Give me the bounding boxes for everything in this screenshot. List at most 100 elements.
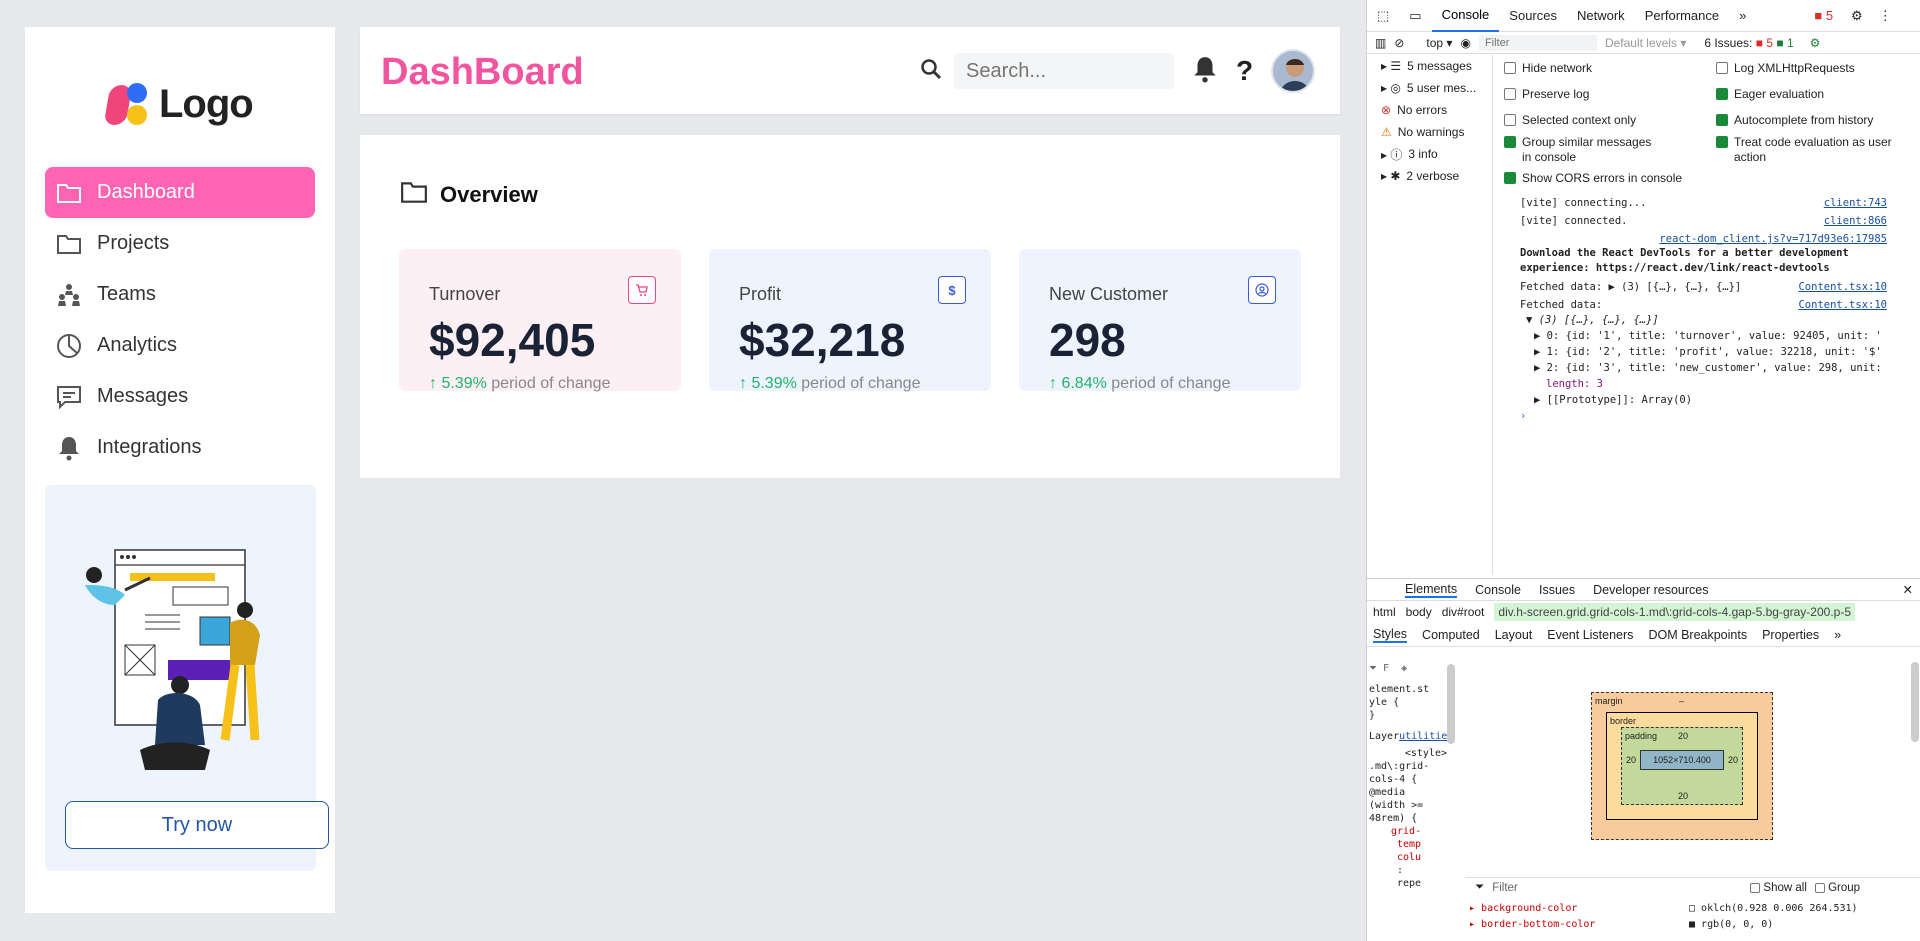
search-input[interactable]	[954, 53, 1174, 89]
sidebar-item-analytics[interactable]: Analytics	[45, 320, 315, 371]
tab-developer-resources[interactable]: Developer resources	[1593, 583, 1708, 597]
sidebar-user-messages[interactable]: ▸ ◎ 5 user mes...	[1367, 77, 1492, 99]
style-line: cols-4 {	[1369, 774, 1418, 785]
option-group-similar[interactable]: Group similar messages in console	[1504, 135, 1664, 165]
style-layer: Layerutilities	[1369, 731, 1454, 742]
log-array[interactable]: ▼ (3) [{…}, {…}, {…}]	[1494, 313, 1920, 329]
more-tabs-icon[interactable]: »	[1834, 628, 1841, 642]
log-source-link[interactable]: client:743	[1824, 196, 1887, 211]
tab-network[interactable]: Network	[1567, 0, 1635, 32]
page-title: DashBoard	[381, 51, 584, 93]
clear-console-icon[interactable]: ⊘	[1394, 36, 1404, 50]
logo[interactable]: Logo	[103, 82, 254, 127]
close-drawer-icon[interactable]: ✕	[1903, 582, 1913, 597]
tab-styles[interactable]: Styles	[1373, 627, 1408, 643]
stat-card-turnover[interactable]: Turnover $92,405 ↑ 5.39% period of chang…	[399, 249, 681, 393]
help-icon[interactable]: ?	[1236, 55, 1253, 87]
computed-prop-row[interactable]: ▸ background-color □ oklch(0.928 0.006 26…	[1469, 901, 1919, 917]
box-pane-scrollbar[interactable]	[1911, 662, 1919, 742]
tab-console-drawer[interactable]: Console	[1475, 583, 1521, 597]
tab-computed[interactable]: Computed	[1422, 628, 1480, 642]
devtools-tabs: ⬚ ▭ Console Sources Network Performance …	[1367, 0, 1920, 32]
log-entry: [vite] connected. client:866	[1520, 214, 1887, 229]
option-cors-errors[interactable]: Show CORS errors in console	[1504, 171, 1682, 186]
bell-icon	[55, 434, 83, 462]
box-model-margin: margin – border padding 20 20 20 20 1052…	[1591, 692, 1773, 840]
sidebar-item-integrations[interactable]: Integrations	[45, 422, 315, 473]
stat-label: Profit	[739, 284, 782, 304]
sidebar-item-dashboard[interactable]: Dashboard	[45, 167, 315, 218]
console-settings-icon[interactable]: ⚙	[1810, 36, 1821, 50]
crumb-selected[interactable]: div.h-screen.grid.grid-cols-1.md\:grid-c…	[1494, 603, 1855, 621]
group-checkbox[interactable]: Group	[1814, 882, 1860, 894]
stat-card-new-customer[interactable]: New Customer 298 ↑ 6.84% period of chang…	[1019, 249, 1301, 392]
log-source-link[interactable]: client:866	[1824, 214, 1887, 229]
issues-count[interactable]: 6 Issues: ■ 5 ■ 1	[1704, 36, 1793, 50]
sidebar-item-teams[interactable]: Teams	[45, 269, 315, 320]
overview-heading: Overview	[400, 180, 538, 210]
log-source-link[interactable]: react-dom_client.js?v=717d93e6:17985	[1659, 232, 1887, 247]
sidebar-info[interactable]: ▸ ⓘ 3 info	[1367, 143, 1492, 165]
avatar[interactable]	[1271, 49, 1316, 93]
sidebar-toggle-icon[interactable]: ▥	[1375, 36, 1386, 50]
tab-layout[interactable]: Layout	[1495, 628, 1533, 642]
settings-gear-icon[interactable]: ⚙	[1851, 8, 1863, 24]
style-line: :	[1397, 865, 1404, 876]
crumb-html[interactable]: html	[1373, 605, 1396, 619]
context-select[interactable]: top ▾	[1426, 36, 1452, 50]
option-treat-user-action[interactable]: Treat code evaluation as user action	[1716, 135, 1896, 165]
sidebar-warnings[interactable]: ⚠ No warnings	[1367, 121, 1492, 143]
log-levels-select[interactable]: Default levels ▾	[1605, 36, 1686, 50]
crumb-body[interactable]: body	[1406, 605, 1432, 619]
sidebar-item-messages[interactable]: Messages	[45, 371, 315, 422]
stat-card-profit[interactable]: Profit $32,218 ↑ 5.39% period of change …	[709, 249, 991, 392]
log-array-item[interactable]: ▶ 0: {id: '1', title: 'turnover', value:…	[1494, 329, 1920, 345]
tab-event-listeners[interactable]: Event Listeners	[1547, 628, 1633, 642]
tab-properties[interactable]: Properties	[1762, 628, 1819, 642]
stat-change: ↑ 5.39% period of change	[429, 375, 610, 393]
inspect-element-icon[interactable]: ⬚	[1367, 0, 1399, 32]
bell-icon[interactable]	[1192, 55, 1218, 88]
tab-performance[interactable]: Performance	[1635, 0, 1729, 32]
tab-issues[interactable]: Issues	[1539, 583, 1575, 597]
sidebar-item-projects[interactable]: Projects	[45, 218, 315, 269]
sidebar-verbose[interactable]: ▸ ✱ 2 verbose	[1367, 165, 1492, 187]
more-tabs-icon[interactable]: »	[1729, 0, 1756, 32]
tab-console[interactable]: Console	[1431, 0, 1500, 32]
log-source-link[interactable]: Content.tsx:10	[1798, 298, 1887, 313]
crumb-root[interactable]: div#root	[1442, 605, 1485, 619]
option-preserve-log[interactable]: Preserve log	[1504, 87, 1589, 102]
tab-dom-breakpoints[interactable]: DOM Breakpoints	[1648, 628, 1747, 642]
log-source-link[interactable]: Content.tsx:10	[1798, 280, 1887, 295]
style-line: <style>	[1404, 748, 1447, 759]
tab-elements[interactable]: Elements	[1405, 582, 1458, 598]
live-expression-eye-icon[interactable]: ◉	[1460, 36, 1470, 50]
computed-filter-input[interactable]: Filter	[1492, 882, 1742, 894]
stat-change-pct: ↑ 5.39%	[739, 375, 797, 392]
log-array-prototype[interactable]: ▶ [[Prototype]]: Array(0)	[1494, 393, 1920, 409]
tab-sources[interactable]: Sources	[1499, 0, 1567, 32]
sidebar-messages[interactable]: ▸ ☰ 5 messages	[1367, 55, 1492, 77]
styles-filter[interactable]: ⏷ F ◈	[1369, 662, 1447, 675]
console-prompt[interactable]: ›	[1494, 409, 1920, 427]
try-now-button[interactable]: Try now	[65, 801, 329, 849]
more-options-icon[interactable]: ⋮	[1879, 8, 1892, 24]
styles-scrollbar[interactable]	[1447, 664, 1455, 744]
sidebar-errors[interactable]: ⊗ No errors	[1367, 99, 1492, 121]
search-icon[interactable]	[920, 58, 942, 85]
show-all-checkbox[interactable]: Show all	[1750, 882, 1807, 894]
option-autocomplete[interactable]: Autocomplete from history	[1716, 113, 1873, 128]
device-toolbar-icon[interactable]: ▭	[1399, 0, 1431, 32]
option-eager-eval[interactable]: Eager evaluation	[1716, 87, 1824, 102]
log-array-item[interactable]: ▶ 2: {id: '3', title: 'new_customer', va…	[1494, 361, 1920, 377]
log-array-item[interactable]: ▶ 1: {id: '2', title: 'profit', value: 3…	[1494, 345, 1920, 361]
sidebar-item-label: Teams	[97, 283, 156, 305]
error-count-badge[interactable]: ■ 5	[1814, 8, 1833, 23]
computed-prop-row[interactable]: ▸ border-bottom-color ■ rgb(0, 0, 0)	[1469, 917, 1919, 933]
console-filter-input[interactable]	[1478, 34, 1597, 51]
option-hide-network[interactable]: Hide network	[1504, 61, 1592, 76]
sidebar-item-label: Dashboard	[97, 181, 195, 203]
option-log-xhr[interactable]: Log XMLHttpRequests	[1716, 61, 1855, 76]
option-selected-context[interactable]: Selected context only	[1504, 113, 1636, 128]
logo-text: Logo	[159, 82, 254, 126]
